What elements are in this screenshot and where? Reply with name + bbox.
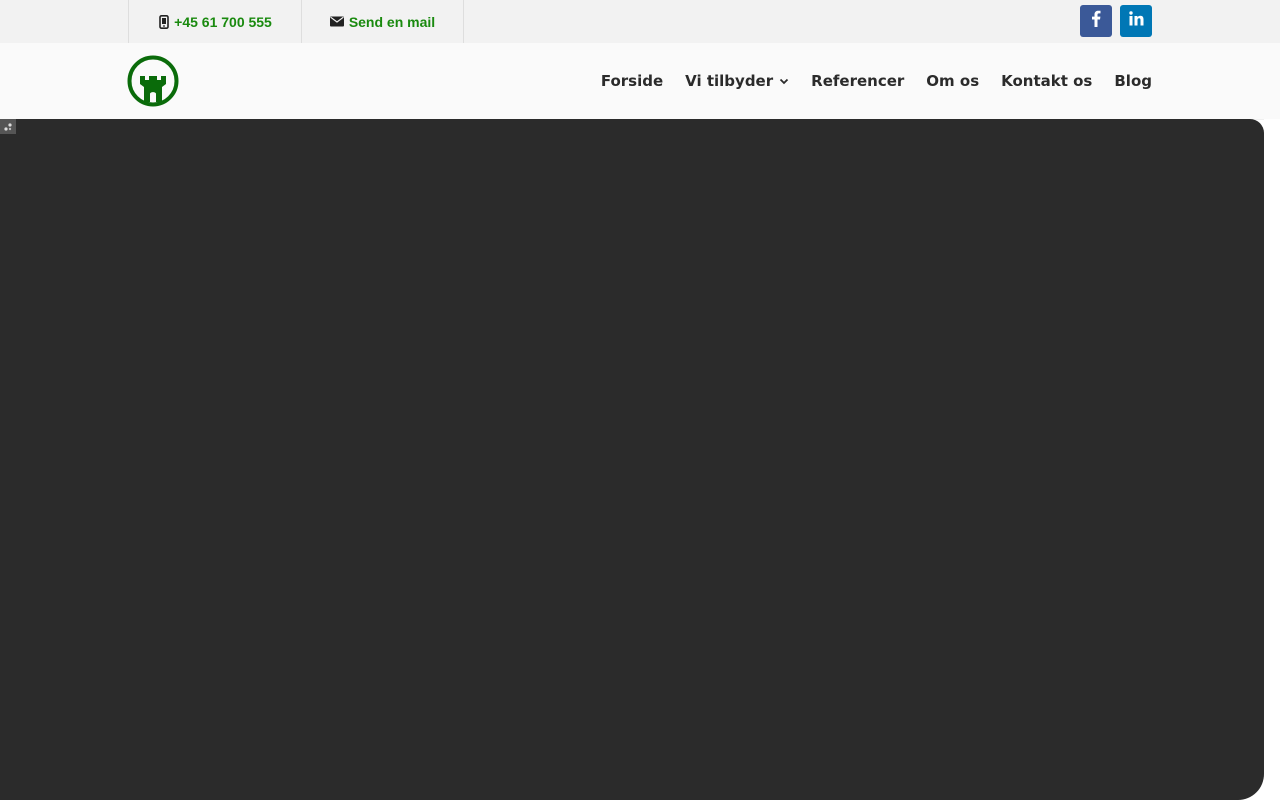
chevron-down-icon — [779, 78, 789, 85]
page-gutter — [1264, 119, 1280, 800]
nav-item-om-os[interactable]: Om os — [926, 72, 979, 90]
nav-label: Vi tilbyder — [685, 72, 774, 90]
mobile-phone-icon — [159, 14, 169, 29]
hero-section — [0, 119, 1264, 800]
facebook-icon — [1091, 10, 1101, 32]
phone-number: +45 61 700 555 — [174, 13, 272, 30]
nav-item-referencer[interactable]: Referencer — [811, 72, 904, 90]
nav-label: Om os — [926, 72, 980, 90]
nav-item-kontakt-os[interactable]: Kontakt os — [1001, 72, 1092, 90]
send-mail-label: Send en mail — [348, 13, 436, 30]
nav-label: Forside — [600, 72, 664, 90]
nav-item-forside[interactable]: Forside — [601, 72, 663, 90]
linkedin-button[interactable] — [1120, 5, 1152, 37]
nav-label: Blog — [1114, 72, 1152, 90]
nav-label: Referencer — [811, 72, 905, 90]
castle-tower-logo-icon[interactable] — [127, 55, 179, 107]
nav-item-vi-tilbyder[interactable]: Vi tilbyder — [685, 72, 789, 90]
main-nav: Forside Vi tilbyder Referencer Om os Kon… — [601, 43, 1152, 119]
expand-handle-icon[interactable] — [0, 119, 16, 134]
nav-label: Kontakt os — [1001, 72, 1093, 90]
phone-link[interactable]: +45 61 700 555 — [128, 0, 302, 43]
linkedin-icon — [1128, 11, 1144, 31]
envelope-icon — [329, 16, 344, 27]
top-bar: +45 61 700 555 Send en mail — [0, 0, 1280, 43]
facebook-button[interactable] — [1080, 5, 1112, 37]
send-mail-link[interactable]: Send en mail — [301, 0, 464, 43]
nav-item-blog[interactable]: Blog — [1114, 72, 1152, 90]
site-header: Forside Vi tilbyder Referencer Om os Kon… — [0, 43, 1280, 119]
